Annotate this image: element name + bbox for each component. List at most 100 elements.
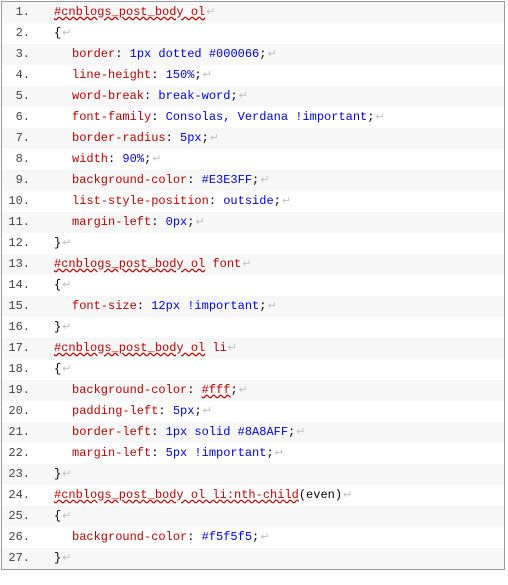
- token: ↵: [295, 426, 305, 438]
- token: margin-left: [72, 215, 151, 229]
- token: :: [144, 89, 158, 103]
- token: ;: [230, 383, 237, 397]
- token: ↵: [274, 447, 284, 459]
- line-number: 2.: [2, 23, 36, 44]
- code-line: 6.font-family: Consolas, Verdana !import…: [2, 107, 504, 128]
- token: ↵: [202, 69, 212, 81]
- code-line: 1.#cnblogs_post_body ol↵: [2, 2, 504, 23]
- token: ↵: [194, 216, 204, 228]
- token: ↵: [374, 111, 384, 123]
- line-number: 1.: [2, 2, 36, 23]
- token: padding-left: [72, 404, 158, 418]
- token: background-color: [72, 530, 187, 544]
- token: ↵: [205, 6, 215, 18]
- token: 5px !important: [166, 446, 267, 460]
- line-content: list-style-position: outside;↵: [36, 191, 291, 212]
- code-line: 24.#cnblogs_post_body ol li:nth-child(ev…: [2, 485, 504, 506]
- line-number: 22.: [2, 443, 36, 464]
- code-line: 8.width: 90%;↵: [2, 149, 504, 170]
- line-content: word-break: break-word;↵: [36, 86, 248, 107]
- code-line: 5.word-break: break-word;↵: [2, 86, 504, 107]
- token: ↵: [266, 300, 276, 312]
- token: border-radius: [72, 131, 166, 145]
- code-line: 9.background-color: #E3E3FF;↵: [2, 170, 504, 191]
- token: Consolas, Verdana !important: [166, 110, 368, 124]
- line-content: {↵: [36, 506, 71, 527]
- token: ↵: [281, 195, 291, 207]
- token: background-color: [72, 383, 187, 397]
- line-number: 8.: [2, 149, 36, 170]
- line-content: background-color: #E3E3FF;↵: [36, 170, 269, 191]
- code-line: 11.margin-left: 0px;↵: [2, 212, 504, 233]
- line-content: padding-left: 5px;↵: [36, 401, 212, 422]
- token: ↵: [342, 489, 352, 501]
- line-content: #cnblogs_post_body ol li↵: [36, 338, 237, 359]
- line-number: 15.: [2, 296, 36, 317]
- token: :: [209, 194, 223, 208]
- token: :: [187, 530, 201, 544]
- code-line: 7.border-radius: 5px;↵: [2, 128, 504, 149]
- code-line: 16.}↵: [2, 317, 504, 338]
- token: ↵: [238, 384, 248, 396]
- token: ↵: [209, 132, 219, 144]
- line-number: 3.: [2, 44, 36, 65]
- line-number: 24.: [2, 485, 36, 506]
- token: ↵: [259, 531, 269, 543]
- code-line: 22.margin-left: 5px !important;↵: [2, 443, 504, 464]
- code-listing: 1.#cnblogs_post_body ol↵2.{↵3.border: 1p…: [1, 1, 505, 570]
- line-content: font-size: 12px !important;↵: [36, 296, 277, 317]
- line-number: 16.: [2, 317, 36, 338]
- token: #f5f5f5: [202, 530, 252, 544]
- token: :: [187, 173, 201, 187]
- line-content: line-height: 150%;↵: [36, 65, 212, 86]
- token: li: [205, 341, 227, 355]
- code-line: 21.border-left: 1px solid #8A8AFF;↵: [2, 422, 504, 443]
- token: ↵: [227, 342, 237, 354]
- token: ↵: [61, 27, 71, 39]
- code-line: 20.padding-left: 5px;↵: [2, 401, 504, 422]
- code-line: 12.}↵: [2, 233, 504, 254]
- line-number: 25.: [2, 506, 36, 527]
- token: line-height: [72, 68, 151, 82]
- line-content: {↵: [36, 23, 71, 44]
- token: #E3E3FF: [202, 173, 252, 187]
- token: ;: [230, 89, 237, 103]
- token: #cnblogs_post_body ol: [54, 257, 205, 271]
- line-content: #cnblogs_post_body ol font↵: [36, 254, 251, 275]
- token: border-left: [72, 425, 151, 439]
- token: font-size: [72, 299, 137, 313]
- code-line: 3.border: 1px dotted #000066;↵: [2, 44, 504, 65]
- line-content: {↵: [36, 275, 71, 296]
- token: (: [299, 488, 306, 502]
- token: :: [187, 383, 201, 397]
- line-number: 4.: [2, 65, 36, 86]
- line-number: 18.: [2, 359, 36, 380]
- token: :: [158, 404, 172, 418]
- token: ;: [274, 194, 281, 208]
- token: :: [151, 215, 165, 229]
- token: ;: [266, 446, 273, 460]
- token: word-break: [72, 89, 144, 103]
- line-number: 10.: [2, 191, 36, 212]
- token: 5px: [173, 404, 195, 418]
- line-number: 7.: [2, 128, 36, 149]
- token: font-family: [72, 110, 151, 124]
- line-content: margin-left: 5px !important;↵: [36, 443, 284, 464]
- line-number: 23.: [2, 464, 36, 485]
- code-line: 13.#cnblogs_post_body ol font↵: [2, 254, 504, 275]
- token: :: [166, 131, 180, 145]
- line-content: border-radius: 5px;↵: [36, 128, 219, 149]
- token: ↵: [259, 174, 269, 186]
- line-content: width: 90%;↵: [36, 149, 161, 170]
- token: width: [72, 152, 108, 166]
- line-content: }↵: [36, 233, 71, 254]
- token: ↵: [202, 405, 212, 417]
- token: :: [115, 47, 129, 61]
- line-number: 5.: [2, 86, 36, 107]
- token: 150%: [166, 68, 195, 82]
- code-line: 14.{↵: [2, 275, 504, 296]
- code-line: 2.{↵: [2, 23, 504, 44]
- token: ↵: [151, 153, 161, 165]
- line-content: }↵: [36, 317, 71, 338]
- token: 90%: [122, 152, 144, 166]
